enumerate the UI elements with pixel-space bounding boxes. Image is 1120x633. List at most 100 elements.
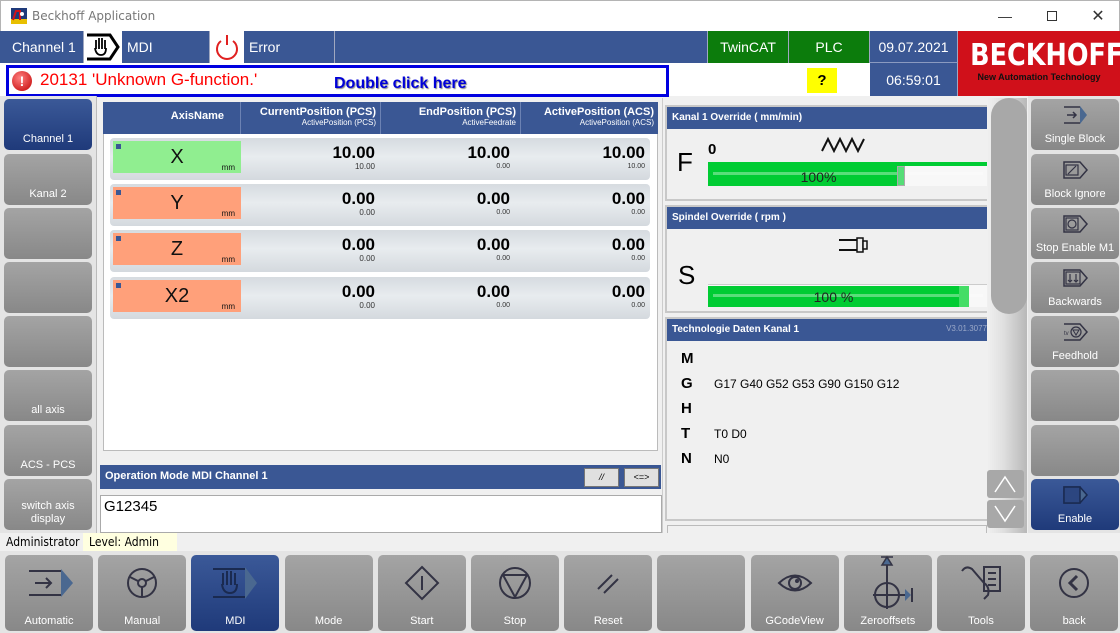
bottom-button-label: Mode [314, 615, 343, 627]
logo-text: BECKHOFF [970, 38, 1120, 73]
mdi-input[interactable]: G12345 [100, 495, 662, 533]
zerooffsets-button[interactable]: Zerooffsets [843, 555, 932, 631]
axis-row[interactable]: X mm 10.00 10.00 10.00 0.00 10.00 10.00 [110, 138, 650, 180]
scroll-up-button[interactable] [987, 470, 1024, 498]
mode-button[interactable]: Mode [284, 555, 373, 631]
col-header-sub: ActivePosition (PCS) [301, 118, 376, 127]
feed-value: 0 [708, 141, 717, 158]
error-message-box[interactable]: ! 20131 'Unknown G-function.' Double cli… [6, 65, 669, 97]
technology-row: G G17 G40 G52 G53 G90 G150 G12 [681, 375, 981, 395]
back-button[interactable]: back [1030, 555, 1119, 631]
right-sidebar-backwards-button[interactable]: Backwards [1031, 262, 1119, 313]
end-position-value: 0.00 [476, 189, 510, 208]
tech-value: G17 G40 G52 G53 G90 G150 G12 [714, 377, 900, 391]
col-end-position: EndPosition (PCS) ActiveFeedrate [381, 102, 521, 134]
block-ignore-icon [1031, 159, 1119, 181]
scrollbar-thumb[interactable] [991, 98, 1027, 314]
axis-row[interactable]: Y mm 0.00 0.00 0.00 0.00 0.00 0.00 [110, 184, 650, 226]
sidebar-kanal-2[interactable]: Kanal 2 [4, 154, 92, 205]
skip-block-button[interactable]: // [584, 468, 619, 487]
spindle-override-title: Spindel Override ( rpm ) [667, 207, 987, 229]
power-icon [216, 35, 238, 60]
status-bar: Administrator Level: Admin [0, 533, 1120, 551]
sidebar-acs-pcs[interactable]: ACS - PCS [4, 425, 92, 476]
right-sidebar-empty-5-button[interactable] [1031, 370, 1119, 421]
sidebar-all-axis[interactable]: all axis [4, 370, 92, 421]
feed-slider-track[interactable]: 100% [708, 162, 989, 186]
bottom-button-label: Automatic [24, 615, 74, 627]
right-sidebar-label: Single Block [1044, 133, 1106, 145]
tools-button[interactable]: Tools [937, 555, 1025, 631]
axis-row[interactable]: Z mm 0.00 0.00 0.00 0.00 0.00 0.00 [110, 230, 650, 272]
maximize-button[interactable] [1029, 1, 1075, 31]
bottom-button-label: Stop [503, 615, 527, 627]
right-sidebar-single-block-button[interactable]: Single Block [1031, 99, 1119, 150]
tech-value: T0 D0 [714, 427, 747, 441]
col-header-sub: ActivePosition (ACS) [579, 118, 654, 127]
scroll-down-button[interactable] [987, 500, 1024, 528]
sidebar-switch-axis-display[interactable]: switch axis display [4, 479, 92, 530]
plc-status: PLC [789, 31, 870, 63]
mode-label: MDI [122, 31, 210, 63]
mdi-button[interactable]: MDI [191, 555, 280, 631]
active-position-acs: 0.00 0.00 [540, 282, 645, 311]
chevron-down-icon [994, 505, 1016, 523]
active-position-acs: 10.00 10.00 [540, 143, 645, 172]
technology-row: M [681, 350, 981, 370]
feed-zigzag-icon [821, 136, 865, 153]
axis-marker [116, 190, 121, 195]
bottom-button-label: GCodeView [765, 615, 824, 627]
right-sidebar-enable-button[interactable]: Enable [1031, 479, 1119, 530]
right-sidebar-empty-6-button[interactable] [1031, 425, 1119, 476]
manual-button[interactable]: Manual [98, 555, 187, 631]
axis-name: Y [170, 192, 184, 214]
sidebar-empty-3[interactable] [4, 316, 92, 367]
stop-button[interactable]: Stop [471, 555, 559, 631]
minimize-icon: — [998, 8, 1012, 24]
end-position-sub: 0.00 [496, 255, 510, 262]
sidebar-channel-1[interactable]: Channel 1 [4, 99, 92, 150]
current-position-value: 0.00 [341, 235, 375, 254]
current-position-value: 0.00 [341, 282, 375, 301]
end-position: 0.00 0.00 [405, 189, 510, 218]
start-button[interactable]: Start [377, 555, 466, 631]
current-position-sub: 0.00 [359, 301, 375, 310]
current-position-sub: 10.00 [354, 162, 375, 171]
gcodeview-button[interactable]: GCodeView [750, 555, 839, 631]
sidebar-empty-1[interactable] [4, 208, 92, 259]
help-button[interactable]: ? [807, 68, 837, 93]
app-icon [11, 8, 27, 24]
col-active-position-acs: ActivePosition (ACS) ActivePosition (ACS) [521, 102, 658, 134]
user-level: Level: Admin [83, 533, 177, 551]
swap-button[interactable]: <=> [624, 468, 659, 487]
right-sidebar-feedhold-button[interactable]: tv Feedhold [1031, 316, 1119, 367]
empty-7-button[interactable] [657, 555, 746, 631]
bottom-tabs-strip [667, 525, 987, 533]
current-position: 0.00 0.00 [270, 189, 375, 218]
bottom-button-label: Zerooffsets [860, 615, 916, 627]
axis-name-cell: X2 mm [113, 280, 241, 312]
axis-marker [116, 144, 121, 149]
tech-letter: N [681, 450, 692, 467]
mdi-header: Operation Mode MDI Channel 1 // <=> [100, 465, 661, 489]
close-button[interactable]: ✕ [1075, 1, 1120, 31]
end-position-value: 0.00 [476, 282, 510, 301]
active-position-acs-value: 10.00 [602, 143, 645, 162]
right-sidebar-block-ignore-button[interactable]: Block Ignore [1031, 154, 1119, 205]
current-position-sub: 0.00 [359, 254, 375, 263]
channel-label: Channel 1 [0, 31, 84, 63]
spindle-icon [839, 237, 868, 253]
reset-button[interactable]: Reset [564, 555, 653, 631]
current-position-value: 10.00 [332, 143, 375, 162]
mdi-title: Operation Mode MDI Channel 1 [105, 470, 268, 482]
active-position-acs-sub: 0.00 [631, 209, 645, 216]
automatic-button[interactable]: Automatic [5, 555, 93, 631]
sidebar-empty-2[interactable] [4, 262, 92, 313]
axis-row[interactable]: X2 mm 0.00 0.00 0.00 0.00 0.00 0.00 [110, 277, 650, 319]
window-title: Beckhoff Application [32, 9, 156, 23]
spindle-slider-track[interactable]: 100 % [708, 284, 989, 307]
minimize-button[interactable]: — [982, 1, 1028, 31]
right-sidebar-label: Stop Enable M1 [1035, 242, 1115, 254]
error-message: 20131 'Unknown G-function.' [40, 70, 258, 89]
right-sidebar-stop-enable-m1-button[interactable]: Stop Enable M1 [1031, 208, 1119, 259]
